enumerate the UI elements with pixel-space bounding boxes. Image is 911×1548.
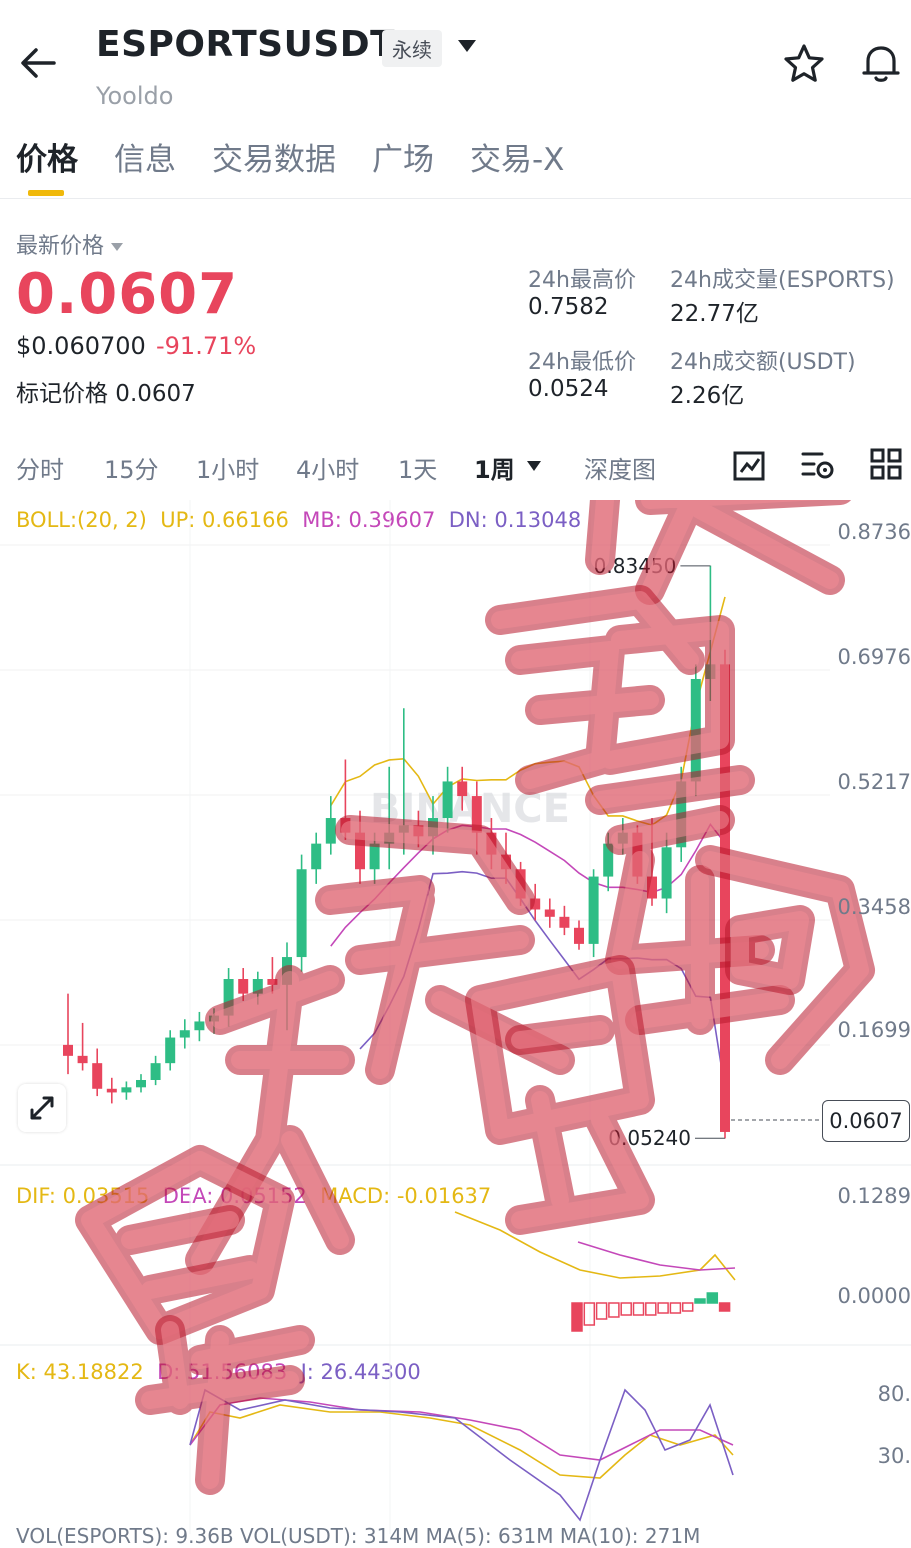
volume-24h-value: 22.77亿 bbox=[670, 301, 759, 327]
macd-bar bbox=[632, 1302, 645, 1316]
candle-body bbox=[442, 781, 453, 819]
candle-body bbox=[311, 843, 322, 870]
usd-price: $0.060700 bbox=[16, 332, 146, 360]
high-24h-label: 24h最高价 bbox=[528, 268, 636, 293]
candle-body bbox=[77, 1055, 88, 1064]
macd-bar bbox=[681, 1302, 694, 1312]
interval-1d[interactable]: 1天 bbox=[398, 450, 437, 485]
kdj-axis-label: 80. bbox=[877, 1382, 911, 1406]
candle-body bbox=[559, 916, 570, 928]
candle-body bbox=[165, 1037, 176, 1064]
macd-bar bbox=[595, 1302, 608, 1320]
y-axis-label: 0.5217 bbox=[837, 770, 911, 794]
candle-body bbox=[63, 1044, 73, 1056]
interval-1h[interactable]: 1小时 bbox=[196, 450, 259, 485]
interval-caret-icon[interactable] bbox=[526, 460, 542, 472]
divider bbox=[0, 198, 911, 199]
y-axis-label: 0.6976 bbox=[837, 645, 911, 669]
macd-bar bbox=[657, 1302, 669, 1314]
macd-bar bbox=[571, 1302, 583, 1332]
low-24h-value: 0.0524 bbox=[528, 376, 609, 402]
interval-15m[interactable]: 15分 bbox=[104, 450, 159, 485]
candle-body bbox=[238, 979, 249, 994]
candle-body bbox=[194, 1021, 205, 1031]
y-axis-label: 0.1699 bbox=[837, 1018, 911, 1042]
candle-body bbox=[325, 818, 336, 844]
chevron-down-icon[interactable] bbox=[456, 38, 478, 54]
candle-body bbox=[369, 843, 380, 870]
contract-type-badge: 永续 bbox=[382, 30, 442, 67]
candle-body bbox=[136, 1079, 146, 1088]
high-24h-value: 0.7582 bbox=[528, 294, 609, 320]
project-subtitle: Yooldo bbox=[96, 82, 174, 110]
indicator-settings-icon[interactable] bbox=[800, 448, 836, 482]
turnover-24h-value: 2.26亿 bbox=[670, 383, 745, 409]
macd-bar bbox=[608, 1302, 620, 1318]
candle-body bbox=[150, 1063, 161, 1080]
depth-chart-tab[interactable]: 深度图 bbox=[584, 450, 656, 485]
macd-axis-label: 0.0000 bbox=[837, 1284, 911, 1308]
kdj-k-line bbox=[189, 1404, 734, 1479]
macd-bar bbox=[694, 1298, 706, 1304]
chart-type-icon[interactable] bbox=[732, 450, 766, 482]
interval-4h[interactable]: 4小时 bbox=[296, 450, 359, 485]
overlay-graffiti bbox=[75, 500, 875, 1495]
candle-body bbox=[92, 1063, 103, 1089]
back-arrow-icon[interactable] bbox=[18, 42, 60, 84]
candle-body bbox=[106, 1088, 117, 1093]
interval-1w[interactable]: 1周 bbox=[474, 450, 515, 485]
tab-price[interactable]: 价格 bbox=[16, 134, 78, 204]
kdj-axis-label: 30. bbox=[877, 1444, 911, 1468]
macd-bar bbox=[583, 1302, 596, 1326]
macd-panel bbox=[454, 1211, 736, 1332]
mark-price: 标记价格 0.0607 bbox=[16, 381, 196, 407]
symbol-title[interactable]: ESPORTSUSDT bbox=[96, 24, 395, 65]
macd-bar bbox=[718, 1302, 731, 1312]
low-24h-label: 24h最低价 bbox=[528, 350, 636, 375]
grid-layout-icon[interactable] bbox=[870, 448, 902, 480]
y-axis-label: 0.8736 bbox=[837, 520, 911, 544]
tab-info[interactable]: 信息 bbox=[114, 134, 176, 204]
caret-down-icon bbox=[111, 243, 124, 251]
macd-bar bbox=[620, 1302, 632, 1316]
y-axis-label: 0.3458 bbox=[837, 895, 911, 919]
last-price: 0.0607 bbox=[16, 262, 239, 327]
kline-chart[interactable]: BINANCE 0.834500.05240 bbox=[0, 500, 911, 1534]
candle-body bbox=[457, 781, 468, 797]
price-change-percent: -91.71% bbox=[156, 332, 257, 360]
macd-bar bbox=[645, 1302, 657, 1316]
candle-body bbox=[661, 847, 672, 899]
bell-icon[interactable] bbox=[858, 40, 904, 86]
candle-body bbox=[121, 1087, 132, 1093]
macd-dea-line bbox=[577, 1241, 736, 1271]
candle-body bbox=[574, 927, 584, 944]
kdj-panel bbox=[189, 1388, 734, 1522]
latest-price-label-text: 最新价格 bbox=[16, 234, 105, 259]
expand-icon[interactable] bbox=[18, 1084, 66, 1132]
macd-bar bbox=[669, 1302, 682, 1314]
tab-square[interactable]: 广场 bbox=[372, 134, 434, 204]
volume-24h-label: 24h成交量(ESPORTS) bbox=[670, 268, 895, 293]
macd-axis-label: 0.1289 bbox=[837, 1184, 911, 1208]
star-icon[interactable] bbox=[782, 42, 826, 86]
macd-bar bbox=[706, 1292, 719, 1304]
candle-body bbox=[179, 1030, 190, 1038]
current-price-tag: 0.0607 bbox=[822, 1100, 910, 1142]
candle-body bbox=[296, 869, 307, 958]
latest-price-label[interactable]: 最新价格 bbox=[16, 228, 124, 260]
candle-body bbox=[544, 909, 555, 917]
kdj-j-line bbox=[189, 1388, 734, 1522]
turnover-24h-label: 24h成交额(USDT) bbox=[670, 350, 856, 375]
candle-body bbox=[588, 876, 599, 944]
main-tabs: 价格 信息 交易数据 广场 交易-X bbox=[16, 134, 564, 204]
tab-trade-data[interactable]: 交易数据 bbox=[212, 134, 336, 204]
interval-time[interactable]: 分时 bbox=[16, 450, 64, 485]
tab-trade-x[interactable]: 交易-X bbox=[470, 134, 564, 204]
